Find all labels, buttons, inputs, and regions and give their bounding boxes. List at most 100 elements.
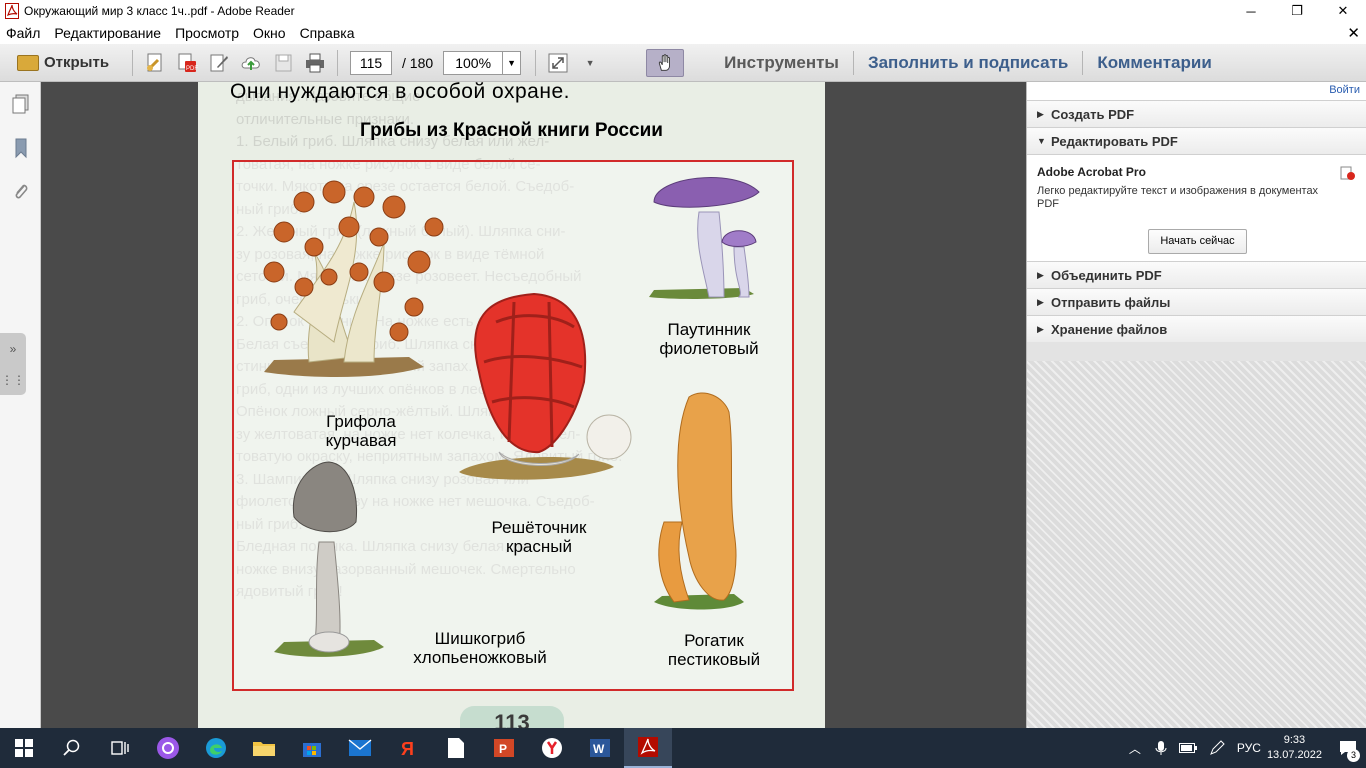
- fill-sign-tab[interactable]: Заполнить и подписать: [854, 44, 1082, 82]
- section-create-pdf[interactable]: ▶ Создать PDF: [1027, 100, 1366, 127]
- taskbar-edge[interactable]: [192, 728, 240, 768]
- menu-edit[interactable]: Редактирование: [54, 25, 161, 41]
- comments-tab[interactable]: Комментарии: [1083, 44, 1225, 82]
- expand-pane-handle[interactable]: » ⋮⋮: [0, 333, 26, 395]
- taskbar-file-explorer[interactable]: [240, 728, 288, 768]
- taskbar-store[interactable]: [288, 728, 336, 768]
- toolbar-separator: [132, 49, 133, 76]
- zoom-select[interactable]: 100% ▼: [443, 50, 522, 75]
- page-thumbnails-button[interactable]: [0, 82, 41, 126]
- chevron-down-icon[interactable]: ▼: [502, 51, 520, 74]
- page-total: / 180: [402, 54, 434, 71]
- page-number-tab: 113: [460, 706, 564, 728]
- caption-line: фиолетовый: [659, 339, 759, 358]
- print-button[interactable]: [299, 48, 331, 78]
- expand-icon: [548, 53, 568, 72]
- page-text-top: Они нуждаются в особой охране.: [230, 82, 570, 103]
- close-window-button[interactable]: ✕: [1320, 0, 1366, 22]
- menu-file[interactable]: Файл: [6, 25, 40, 41]
- page-thumbnails-icon: [12, 94, 28, 114]
- clathrus-ruber-illustration: [459, 292, 632, 480]
- full-screen-button[interactable]: [542, 48, 574, 78]
- folder-icon: [253, 742, 275, 756]
- caption-line: Рогатик: [684, 631, 744, 650]
- save-button[interactable]: [267, 48, 299, 78]
- caption-line: Шишкогриб: [434, 629, 526, 648]
- menu-view[interactable]: Просмотр: [175, 25, 239, 41]
- svg-text:P: P: [499, 742, 507, 756]
- taskbar-mail[interactable]: [336, 728, 384, 768]
- edit-pdf-promo: Adobe Acrobat Pro Легко редактируйте тек…: [1027, 154, 1366, 261]
- save-icon: [275, 54, 292, 71]
- page-number-input[interactable]: 115: [350, 50, 392, 75]
- taskbar-word[interactable]: W: [576, 728, 624, 768]
- start-button[interactable]: [0, 728, 48, 768]
- triangle-right-icon: ▶: [1037, 296, 1044, 307]
- attachments-button[interactable]: [0, 170, 41, 214]
- yandex-icon: Я: [401, 739, 414, 759]
- language-indicator[interactable]: РУС: [1237, 741, 1261, 755]
- menu-window[interactable]: Окно: [253, 25, 286, 41]
- chevron-up-icon[interactable]: ︿: [1129, 740, 1141, 757]
- toolbar-options-dropdown[interactable]: ▼: [574, 48, 606, 78]
- bookmarks-button[interactable]: [0, 126, 41, 170]
- hand-tool-button[interactable]: [646, 48, 685, 77]
- section-send-files[interactable]: ▶ Отправить файлы: [1027, 288, 1366, 315]
- bookmark-icon: [15, 138, 26, 159]
- document-icon: [448, 738, 464, 758]
- folder-icon: [17, 54, 39, 71]
- menu-bar: Файл Редактирование Просмотр Окно Справк…: [0, 22, 1366, 44]
- upload-button[interactable]: [235, 48, 267, 78]
- taskbar-adobe-reader[interactable]: [624, 728, 672, 768]
- triangle-right-icon: ▶: [1037, 323, 1044, 334]
- section-edit-pdf[interactable]: ▼ Редактировать PDF: [1027, 127, 1366, 154]
- cloud-upload-icon: [241, 56, 260, 70]
- clock[interactable]: 9:33 13.07.2022: [1267, 733, 1322, 763]
- section-store-files[interactable]: ▶ Хранение файлов: [1027, 315, 1366, 342]
- caption-line: Паутинник: [667, 320, 751, 339]
- section-combine-pdf[interactable]: ▶ Объединить PDF: [1027, 261, 1366, 288]
- task-view-button[interactable]: [96, 728, 144, 768]
- taskbar-yandex[interactable]: Я: [384, 728, 432, 768]
- acrobat-pro-icon: [1340, 166, 1355, 180]
- start-now-button[interactable]: Начать сейчас: [1148, 229, 1247, 254]
- caption-reshetochnik: Решёточник красный: [479, 518, 599, 556]
- grip-icon: ⋮⋮: [1, 372, 25, 387]
- caption-line: курчавая: [325, 431, 397, 450]
- svg-text:W: W: [593, 742, 605, 756]
- system-tray: ︿ РУС 9:33 13.07.2022 3: [1129, 728, 1366, 768]
- edit-button[interactable]: [203, 48, 235, 78]
- pen-icon[interactable]: [1209, 740, 1225, 756]
- svg-text:Я: Я: [401, 739, 414, 759]
- taskbar-powerpoint[interactable]: P: [480, 728, 528, 768]
- paperclip-icon: [15, 184, 27, 199]
- menu-help[interactable]: Справка: [300, 25, 355, 41]
- document-viewport[interactable]: дывания. Назовите общие отличительные при…: [41, 82, 1026, 728]
- open-button[interactable]: Открыть: [12, 50, 126, 76]
- taskbar-yandex-browser[interactable]: [528, 728, 576, 768]
- section-label: Хранение файлов: [1051, 321, 1168, 337]
- promo-product: Adobe Acrobat Pro: [1037, 165, 1146, 179]
- restore-button[interactable]: ❐: [1274, 0, 1320, 22]
- close-document-button[interactable]: ✕: [1347, 24, 1360, 42]
- title-bar: Окружающий мир 3 класс 1ч..pdf - Adobe R…: [0, 0, 1366, 22]
- tools-tab[interactable]: Инструменты: [710, 44, 853, 82]
- caption-shishkogrib: Шишкогриб хлопьеножковый: [400, 629, 560, 667]
- microphone-icon[interactable]: [1155, 740, 1167, 756]
- convert-pdf-button[interactable]: PDF: [171, 48, 203, 78]
- taskbar-document[interactable]: [432, 728, 480, 768]
- battery-icon[interactable]: [1178, 743, 1197, 753]
- yandex-browser-icon: [542, 738, 562, 758]
- mail-icon: [348, 739, 372, 756]
- create-pdf-button[interactable]: [139, 48, 171, 78]
- notification-count: 3: [1347, 749, 1360, 762]
- edge-icon: [206, 738, 226, 758]
- notifications-button[interactable]: 3: [1330, 728, 1366, 768]
- alice-assistant-button[interactable]: [144, 728, 192, 768]
- section-label: Объединить PDF: [1051, 267, 1162, 283]
- search-button[interactable]: [48, 728, 96, 768]
- sign-in-link[interactable]: Войти: [1329, 84, 1360, 96]
- printer-icon: [306, 53, 324, 72]
- left-navigation-pane: » ⋮⋮: [0, 82, 41, 728]
- minimize-button[interactable]: ─: [1228, 0, 1274, 22]
